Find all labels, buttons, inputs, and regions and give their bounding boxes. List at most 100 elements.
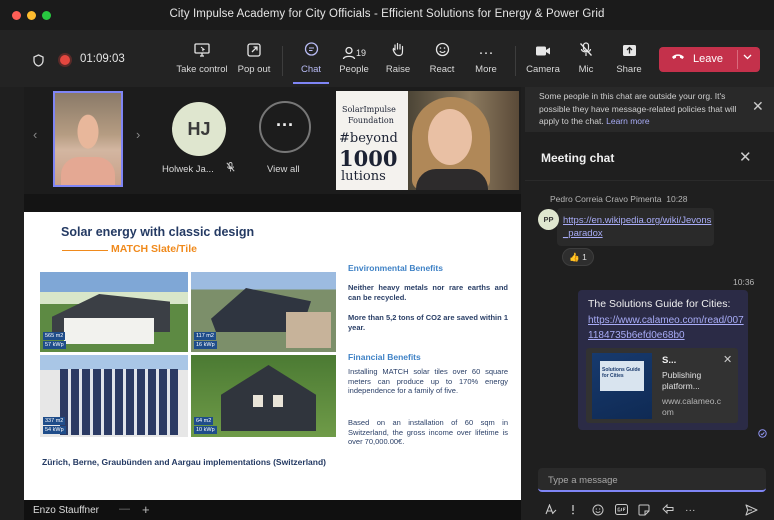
- message-time: 10:28: [666, 194, 688, 204]
- poster-line: lutions: [341, 169, 386, 184]
- presenter-name: Enzo Stauffner: [33, 505, 99, 516]
- photo-tag: 337 m2: [43, 417, 66, 425]
- meeting-timer: 01:09:03: [80, 53, 125, 65]
- preview-description: Publishing platform...: [662, 370, 702, 391]
- photo-tag: 10 kWp: [194, 426, 217, 434]
- participant-name: Holwek Ja...: [162, 164, 214, 175]
- raise-label: Raise: [385, 64, 411, 75]
- send-icon[interactable]: [745, 504, 758, 519]
- emoji-icon[interactable]: [592, 504, 604, 519]
- zoom-out-icon[interactable]: —: [119, 503, 130, 515]
- compose-box: [538, 468, 766, 492]
- installation-photo: 565 m2 57 kWp: [40, 272, 188, 352]
- leave-divider: [737, 50, 738, 69]
- more-options-icon[interactable]: ···: [685, 504, 696, 516]
- reaction-badge[interactable]: 👍 1: [562, 248, 594, 266]
- participant-shirt: [61, 157, 115, 185]
- share-button[interactable]: Share: [612, 42, 646, 75]
- slide-subtitle: MATCH Slate/Tile: [111, 243, 197, 255]
- react-button[interactable]: React: [424, 42, 460, 75]
- participant-strip: ‹ › HJ Holwek Ja... ··· View all SolarIm…: [24, 87, 521, 194]
- title-bar: City Impulse Academy for City Officials …: [0, 0, 774, 30]
- shield-icon[interactable]: [33, 54, 44, 67]
- share-icon: [612, 42, 646, 64]
- chevron-left-icon[interactable]: ‹: [33, 127, 37, 142]
- share-label: Share: [616, 64, 642, 75]
- installation-photo: 117 m2 16 kWp: [191, 272, 336, 352]
- people-button[interactable]: 19 People: [334, 42, 374, 75]
- chat-active-indicator: [293, 82, 329, 84]
- chevron-right-icon[interactable]: ›: [136, 127, 140, 142]
- more-label: More: [475, 64, 497, 75]
- financial-text: Based on an installation of 60 sqm in Sw…: [348, 418, 508, 446]
- poster-line: SolarImpulse: [342, 105, 396, 114]
- pop-out-button[interactable]: Pop out: [235, 42, 273, 75]
- sender-name: Pedro Correia Cravo Pimenta: [550, 194, 662, 204]
- take-control-button[interactable]: Take control: [176, 42, 228, 75]
- pop-out-label: Pop out: [237, 64, 271, 75]
- photo-tag: 117 m2: [194, 332, 216, 340]
- photo-tag: 16 kWp: [194, 341, 217, 349]
- presenter-bar: Enzo Stauffner — +: [24, 500, 521, 520]
- gif-icon[interactable]: [615, 504, 628, 518]
- installation-photo: 337 m2 54 kWp: [40, 355, 188, 437]
- people-icon: 19: [334, 42, 374, 64]
- view-all-label: View all: [267, 164, 300, 175]
- message-link[interactable]: https://www.calameo.com/read/0071184735b…: [588, 314, 748, 343]
- camera-icon: [524, 42, 562, 64]
- sticker-icon[interactable]: [638, 504, 650, 519]
- preview-thumbnail: Solutions Guide for Cities: [592, 353, 652, 419]
- chat-icon: [293, 42, 329, 64]
- leave-button[interactable]: Leave: [659, 47, 760, 72]
- slide-caption: Zürich, Berne, Graubünden and Aargau imp…: [42, 457, 326, 467]
- meeting-chat-panel: Some people in this chat are outside you…: [525, 87, 774, 520]
- close-icon[interactable]: ✕: [739, 148, 752, 166]
- participant-video-tile[interactable]: SolarImpulse Foundation #beyond 1000 lut…: [336, 91, 519, 190]
- toolbar-divider: [282, 46, 283, 76]
- close-icon[interactable]: ✕: [723, 353, 732, 366]
- view-all-button[interactable]: ···: [259, 101, 311, 153]
- message-input[interactable]: [546, 472, 760, 488]
- mic-button[interactable]: Mic: [570, 42, 602, 75]
- chat-title: Meeting chat: [541, 151, 615, 165]
- reaction-count: 1: [582, 252, 587, 262]
- hand-icon: [382, 42, 414, 64]
- camera-label: Camera: [526, 64, 560, 75]
- photo-tag: 57 kWp: [43, 341, 66, 349]
- zoom-in-icon[interactable]: +: [142, 502, 150, 517]
- meeting-stage: ‹ › HJ Holwek Ja... ··· View all SolarIm…: [24, 87, 521, 500]
- environmental-text: More than 5,2 tons of CO2 are saved with…: [348, 313, 508, 332]
- raise-hand-button[interactable]: Raise: [382, 42, 414, 75]
- message-meta: Pedro Correia Cravo Pimenta 10:28: [550, 194, 688, 204]
- camera-button[interactable]: Camera: [524, 42, 562, 75]
- people-label: People: [339, 64, 369, 75]
- learn-more-link[interactable]: Learn more: [606, 116, 649, 126]
- more-icon: ···: [478, 44, 494, 61]
- poster-line: #beyond: [339, 131, 398, 146]
- chevron-down-icon[interactable]: [743, 52, 752, 63]
- window-title: City Impulse Academy for City Officials …: [169, 8, 605, 20]
- pop-out-icon: [235, 42, 273, 64]
- close-icon[interactable]: ✕: [752, 98, 764, 115]
- take-control-icon: [176, 42, 228, 64]
- photo-tag: 54 kWp: [43, 426, 66, 434]
- financial-text: Installing MATCH solar tiles over 60 squ…: [348, 367, 508, 395]
- leave-label: Leave: [693, 53, 723, 65]
- loop-icon[interactable]: [662, 503, 674, 517]
- participant-face: [428, 109, 472, 165]
- more-button[interactable]: ··· More: [470, 42, 502, 75]
- environmental-text: Neither heavy metals nor rare earths and…: [348, 283, 508, 302]
- photo-tag: 565 m2: [43, 332, 66, 340]
- participant-video-tile[interactable]: [53, 91, 123, 187]
- priority-icon[interactable]: [570, 504, 576, 518]
- toolbar-divider: [515, 46, 516, 76]
- format-icon[interactable]: [545, 503, 557, 518]
- take-control-label: Take control: [176, 64, 228, 75]
- slide-title-rule: [62, 250, 108, 251]
- participant-avatar[interactable]: HJ: [172, 102, 226, 156]
- message-text: The Solutions Guide for Cities:: [588, 298, 731, 310]
- avatar[interactable]: PP: [538, 209, 559, 230]
- link-preview-card[interactable]: Solutions Guide for Cities S... ✕ Publis…: [586, 348, 738, 423]
- chat-button[interactable]: Chat: [293, 42, 329, 84]
- message-link[interactable]: https://en.wikipedia.org/wiki/Jevons_par…: [563, 214, 713, 240]
